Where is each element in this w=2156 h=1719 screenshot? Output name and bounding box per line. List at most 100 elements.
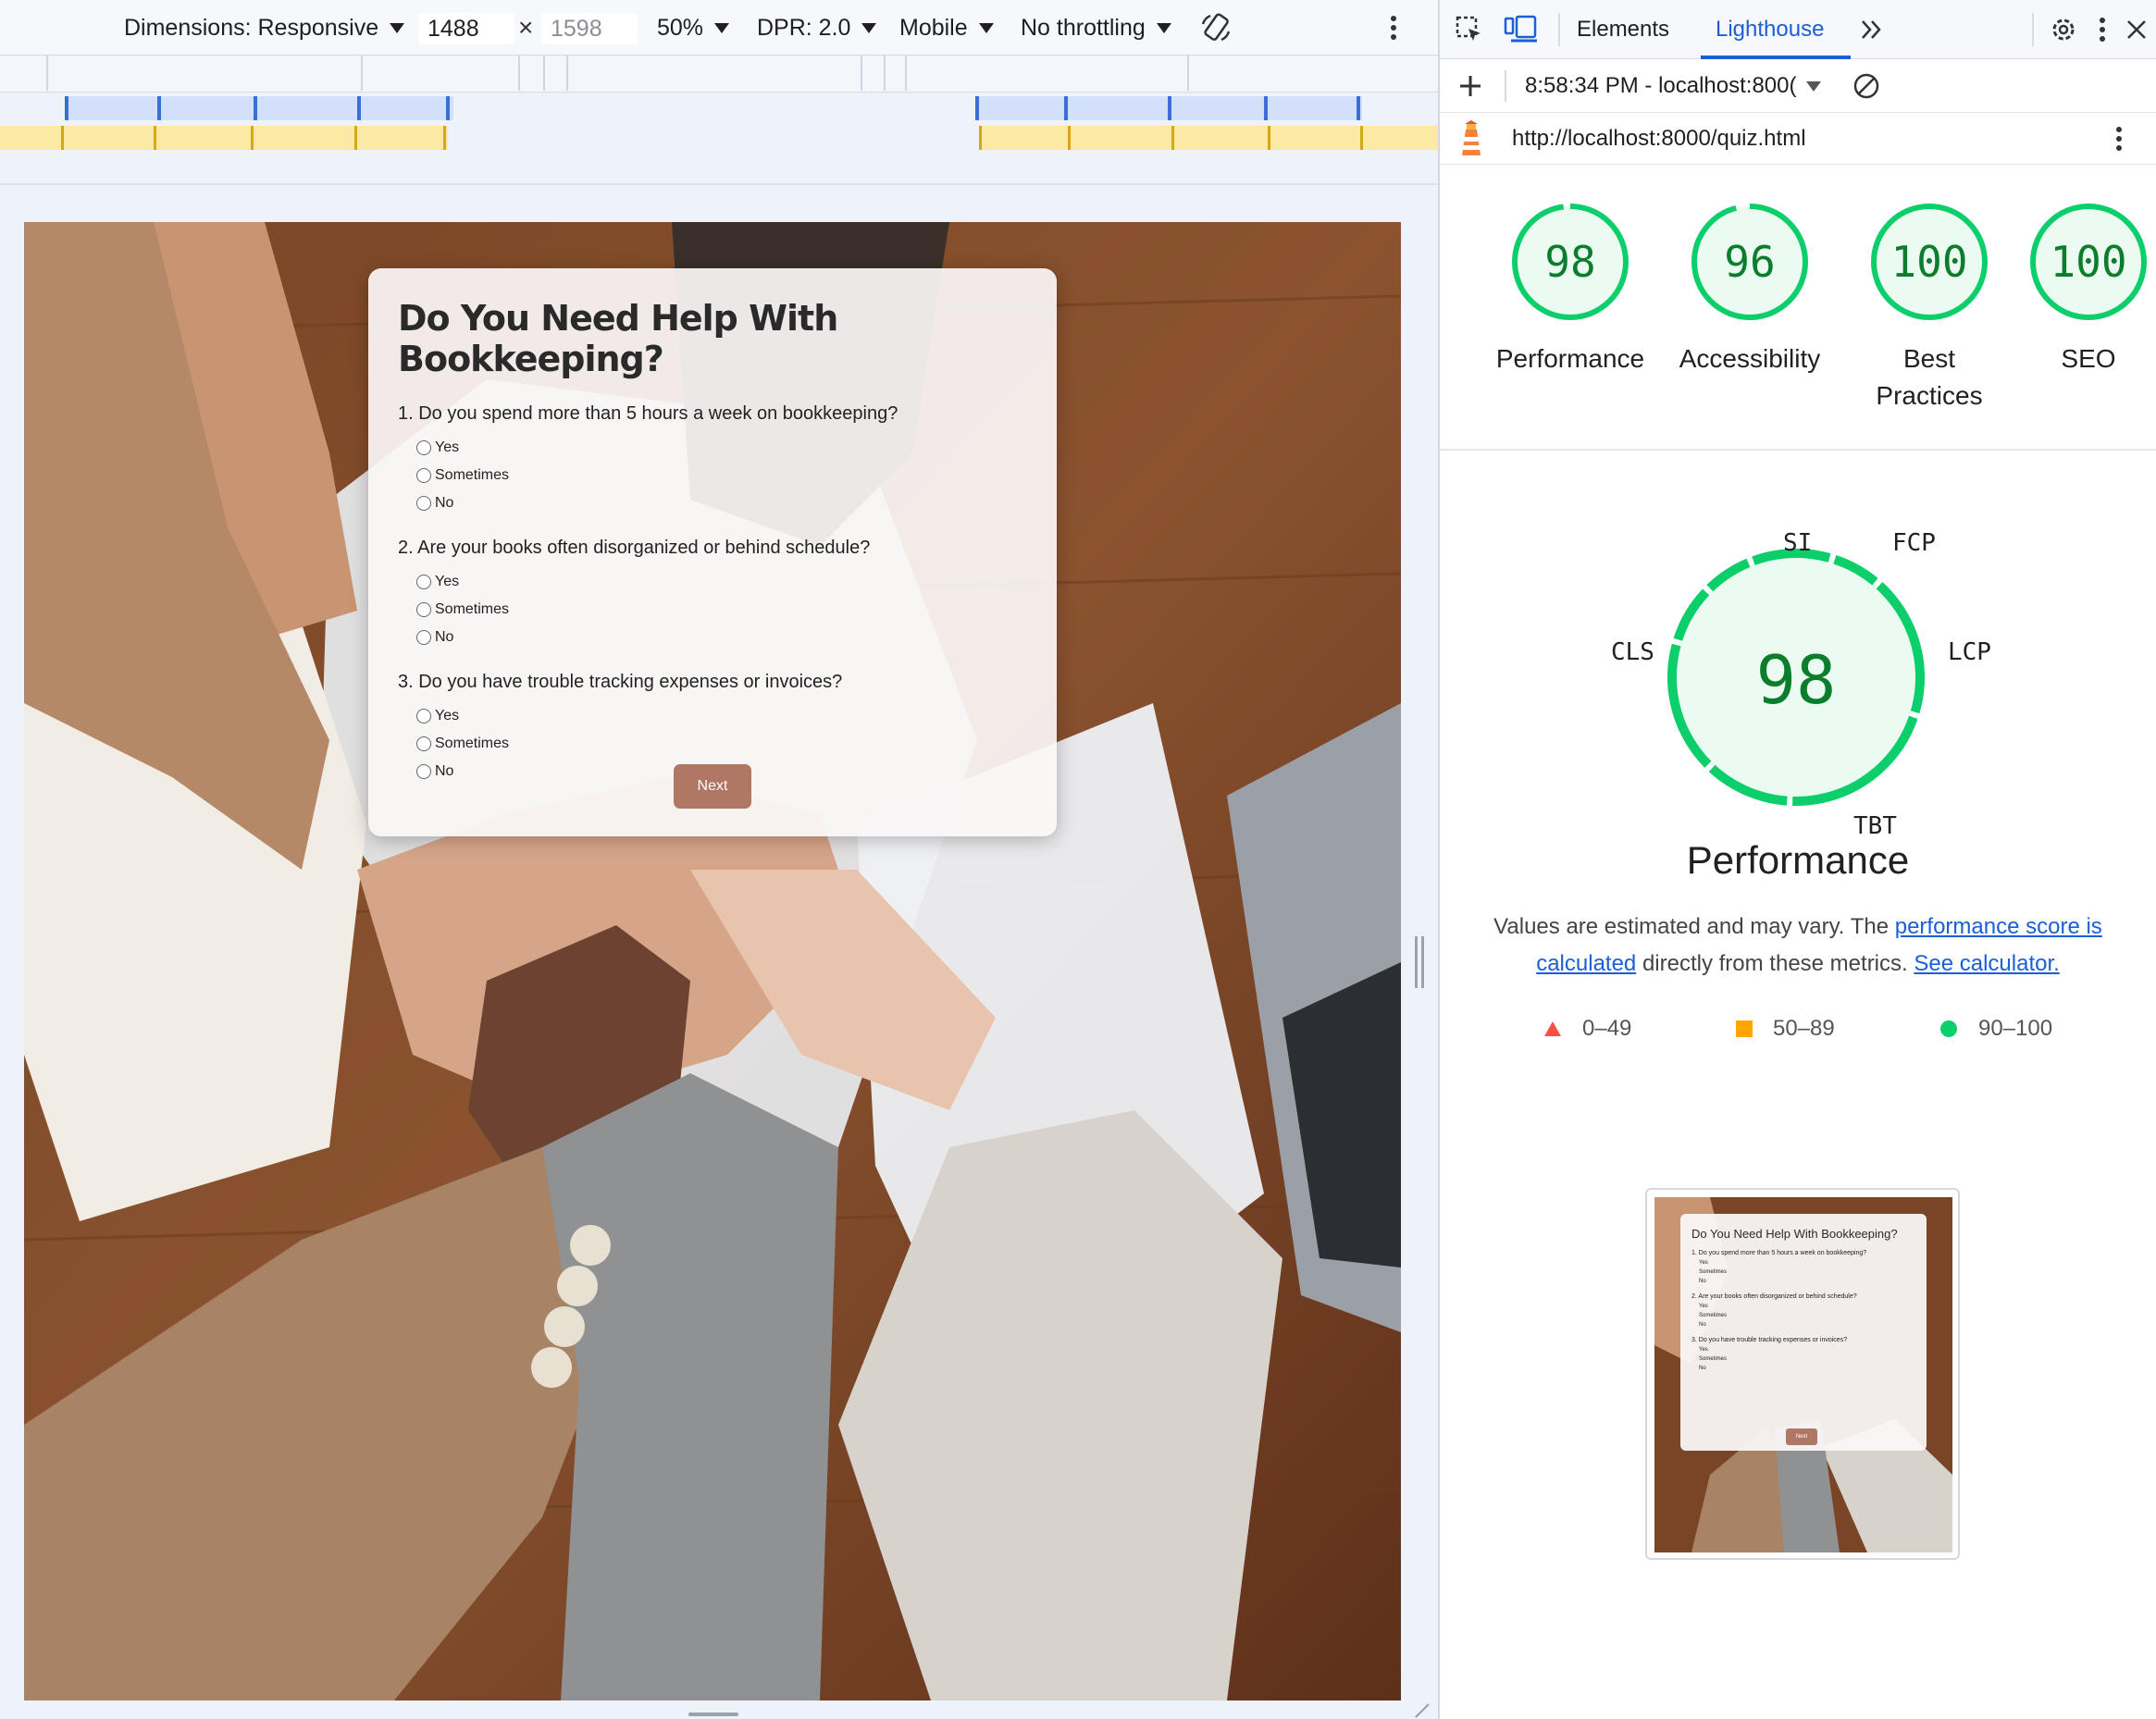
thumbnail-title: Do You Need Help With Bookkeeping? bbox=[1691, 1227, 1898, 1241]
report-selector-label: 8:58:34 PM - localhost:800( bbox=[1525, 73, 1797, 98]
metric-label-cls: CLS bbox=[1611, 638, 1654, 666]
report-menu-icon[interactable] bbox=[2110, 122, 2128, 155]
question-text: 2. Are your books often disorganized or … bbox=[398, 538, 871, 558]
quiz-title: Do You Need Help With Bookkeeping? bbox=[398, 298, 838, 379]
score-label: Performance bbox=[1495, 344, 1645, 373]
option-label: Sometimes bbox=[435, 601, 510, 617]
clear-icon[interactable] bbox=[1851, 70, 1882, 102]
legend-average-label: 50–89 bbox=[1773, 1016, 1835, 1041]
caret-down-icon bbox=[714, 22, 730, 33]
score-label: SEO bbox=[2061, 344, 2116, 373]
lighthouse-logo-icon bbox=[1455, 120, 1488, 157]
tab-elements[interactable]: Elements bbox=[1577, 0, 1669, 59]
option-yes[interactable]: Yes bbox=[398, 702, 1027, 730]
bottom-resize-handle[interactable] bbox=[688, 1713, 738, 1716]
more-options-icon[interactable] bbox=[1388, 0, 1399, 56]
score-value: 100 bbox=[1890, 237, 1967, 287]
thumbnail-option: Sometimes bbox=[1699, 1313, 1728, 1318]
media-query-bar-min[interactable] bbox=[0, 126, 448, 150]
option-label: Sometimes bbox=[435, 467, 510, 483]
caret-down-icon bbox=[1156, 22, 1171, 33]
thumbnail-question: 1. Do you spend more than 5 hours a week… bbox=[1691, 1250, 1867, 1256]
option-sometimes[interactable]: Sometimes bbox=[398, 596, 1027, 624]
dpr-dropdown[interactable]: DPR: 2.0 bbox=[757, 0, 877, 56]
right-resize-handle[interactable] bbox=[1415, 936, 1426, 988]
triangle-fail-icon bbox=[1544, 1021, 1561, 1036]
option-label: Yes bbox=[435, 574, 460, 589]
option-yes[interactable]: Yes bbox=[398, 434, 1027, 462]
caret-down-icon bbox=[978, 22, 994, 33]
radio-button[interactable] bbox=[416, 764, 431, 779]
close-icon[interactable] bbox=[2123, 13, 2150, 46]
radio-button[interactable] bbox=[416, 468, 431, 483]
legend-pass: 90–100 bbox=[1939, 1016, 2052, 1042]
radio-button[interactable] bbox=[416, 630, 431, 645]
next-button[interactable]: Next bbox=[674, 764, 751, 809]
thumbnail-next-button: Next bbox=[1786, 1428, 1817, 1445]
thumbnail-option: No bbox=[1699, 1366, 1706, 1371]
score-gauge-performance[interactable]: 98 Performance bbox=[1482, 200, 1658, 377]
device-mode-label: Mobile bbox=[899, 14, 968, 41]
final-screenshot-thumbnail[interactable]: Do You Need Help With Bookkeeping? 1. Do… bbox=[1645, 1188, 1960, 1560]
note-text: Values are estimated and may vary. The bbox=[1493, 914, 1895, 939]
ruler bbox=[0, 56, 1438, 93]
option-sometimes[interactable]: Sometimes bbox=[398, 462, 1027, 489]
thumbnail-option: Sometimes bbox=[1699, 1269, 1728, 1275]
device-mode-dropdown[interactable]: Mobile bbox=[899, 0, 994, 56]
score-value: 96 bbox=[1724, 237, 1775, 287]
radio-button[interactable] bbox=[416, 736, 431, 751]
zoom-dropdown[interactable]: 50% bbox=[657, 0, 730, 56]
option-no[interactable]: No bbox=[398, 489, 1027, 517]
media-query-bar-max[interactable] bbox=[65, 96, 453, 120]
zoom-label: 50% bbox=[657, 14, 704, 41]
score-gauge-accessibility[interactable]: 96 Accessibility bbox=[1662, 200, 1838, 377]
emulated-page: Do You Need Help With Bookkeeping? 1. Do… bbox=[24, 222, 1401, 1700]
performance-title: Performance bbox=[1686, 838, 1910, 882]
option-label: No bbox=[435, 629, 454, 645]
media-query-bars bbox=[0, 56, 1438, 185]
tab-lighthouse[interactable]: Lighthouse bbox=[1716, 0, 1824, 59]
radio-button[interactable] bbox=[416, 440, 431, 455]
corner-resize-icon[interactable] bbox=[1412, 1700, 1431, 1719]
option-label: Yes bbox=[435, 708, 460, 723]
device-emulation-area: Dimensions: Responsive × 50% DPR: 2.0 Mo… bbox=[0, 0, 1438, 1719]
customize-menu-icon[interactable] bbox=[2093, 13, 2112, 46]
see-calculator-link[interactable]: See calculator. bbox=[1914, 951, 2059, 976]
add-report-icon[interactable] bbox=[1455, 70, 1486, 102]
score-gauge-best-practices[interactable]: 100 Best Practices bbox=[1841, 200, 2017, 414]
radio-button[interactable] bbox=[416, 709, 431, 723]
thumbnail-question: 2. Are your books often disorganized or … bbox=[1691, 1293, 1857, 1300]
throttling-dropdown[interactable]: No throttling bbox=[1021, 0, 1171, 56]
performance-score: 98 bbox=[1756, 641, 1837, 719]
option-yes[interactable]: Yes bbox=[398, 568, 1027, 596]
more-tabs-icon[interactable] bbox=[1858, 13, 1886, 46]
metric-label-si: SI bbox=[1783, 529, 1813, 557]
metric-label-tbt: TBT bbox=[1853, 812, 1897, 840]
metric-label-fcp: FCP bbox=[1892, 529, 1936, 557]
device-toggle-icon[interactable] bbox=[1503, 13, 1540, 46]
radio-button[interactable] bbox=[416, 496, 431, 511]
audited-url-row: http://localhost:8000/quiz.html bbox=[1440, 113, 2156, 165]
legend-pass-label: 90–100 bbox=[1978, 1016, 2053, 1041]
score-gauge-seo[interactable]: 100 SEO bbox=[2021, 200, 2156, 377]
throttling-label: No throttling bbox=[1021, 14, 1146, 41]
width-input[interactable] bbox=[418, 13, 514, 44]
report-selector[interactable]: 8:58:34 PM - localhost:800( bbox=[1525, 59, 1821, 113]
option-label: Yes bbox=[435, 439, 460, 455]
inspect-element-icon[interactable] bbox=[1453, 13, 1486, 46]
rotate-icon[interactable] bbox=[1199, 0, 1233, 56]
media-query-bar-min[interactable] bbox=[979, 126, 1438, 150]
radio-button[interactable] bbox=[416, 602, 431, 617]
option-no[interactable]: No bbox=[398, 624, 1027, 651]
option-sometimes[interactable]: Sometimes bbox=[398, 730, 1027, 758]
caret-down-icon bbox=[1805, 80, 1821, 92]
note-text: directly from these metrics. bbox=[1636, 951, 1914, 976]
thumbnail-image: Do You Need Help With Bookkeeping? 1. Do… bbox=[1654, 1197, 1952, 1552]
devtools-panel: Elements Lighthouse 8:58:34 PM - localho… bbox=[1440, 0, 2156, 1719]
settings-gear-icon[interactable] bbox=[2047, 13, 2080, 46]
dimensions-dropdown[interactable]: Dimensions: Responsive bbox=[124, 0, 405, 56]
height-input[interactable] bbox=[541, 13, 638, 44]
option-label: No bbox=[435, 495, 454, 511]
radio-button[interactable] bbox=[416, 575, 431, 589]
legend-fail: 0–49 bbox=[1543, 1016, 1631, 1042]
